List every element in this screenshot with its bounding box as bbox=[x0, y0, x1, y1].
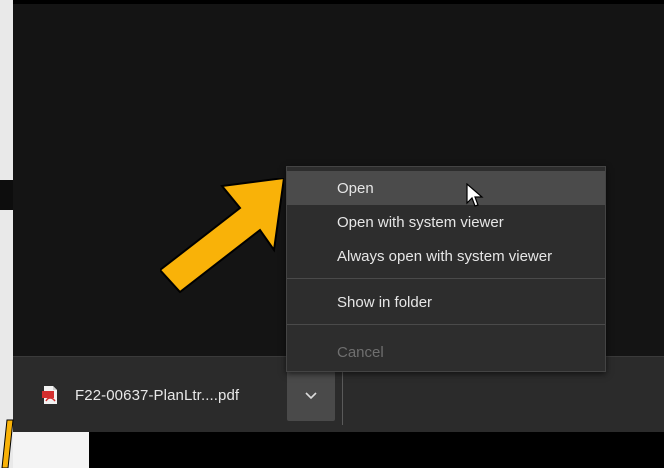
download-item[interactable]: F22-00637-PlanLtr....pdf bbox=[33, 357, 239, 433]
background-page-strip bbox=[0, 0, 13, 468]
menu-separator bbox=[287, 278, 605, 279]
download-filename: F22-00637-PlanLtr....pdf bbox=[75, 386, 240, 404]
highlight-box-fragment bbox=[1, 419, 14, 468]
menu-item-label: Open bbox=[337, 179, 374, 197]
arrow-pointing-up-right-icon bbox=[160, 178, 284, 294]
download-context-menu: Open Open with system viewer Always open… bbox=[286, 166, 606, 372]
menu-item-label: Cancel bbox=[337, 343, 384, 361]
page-footer-dark bbox=[89, 432, 664, 468]
menu-item-always-open-with-system-viewer[interactable]: Always open with system viewer bbox=[287, 239, 605, 273]
screenshot-stage: F22-00637-PlanLtr....pdf Open Open with … bbox=[0, 0, 664, 468]
menu-item-show-in-folder[interactable]: Show in folder bbox=[287, 285, 605, 319]
pdf-file-icon bbox=[41, 385, 59, 405]
mouse-cursor-icon bbox=[466, 183, 484, 207]
menu-item-label: Always open with system viewer bbox=[337, 247, 553, 265]
menu-item-label: Show in folder bbox=[337, 293, 433, 311]
download-bar-divider bbox=[342, 367, 343, 425]
menu-item-open[interactable]: Open bbox=[287, 171, 605, 205]
download-options-button[interactable] bbox=[287, 371, 335, 421]
menu-separator bbox=[287, 324, 605, 325]
menu-item-cancel: Cancel bbox=[287, 335, 605, 369]
menu-item-label: Open with system viewer bbox=[337, 213, 504, 231]
page-footer-area bbox=[13, 432, 89, 468]
chevron-down-icon bbox=[305, 387, 317, 405]
menu-item-open-with-system-viewer[interactable]: Open with system viewer bbox=[287, 205, 605, 239]
